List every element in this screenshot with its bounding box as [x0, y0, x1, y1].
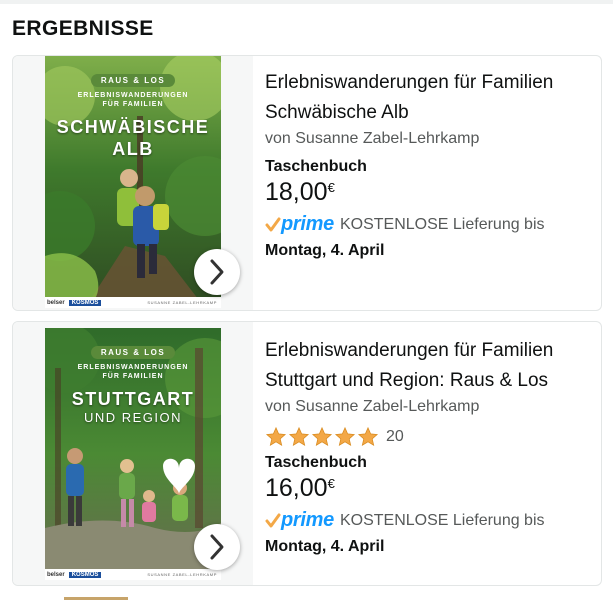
next-image-button[interactable]	[194, 249, 240, 295]
cover-author: SUSANNE ZABEL-LEHRKAMP	[147, 572, 217, 577]
product-title-line-2[interactable]: Stuttgart und Region: Raus & Los	[265, 366, 597, 396]
cover-author: SUSANNE ZABEL-LEHRKAMP	[147, 300, 217, 305]
product-image-panel[interactable]: RAUS & LOS ERLEBNISWANDERUNGEN FÜR FAMIL…	[13, 56, 253, 310]
cover-subtitle-1: ERLEBNISWANDERUNGEN	[77, 92, 189, 99]
cover-footer: belser KOSMOS SUSANNE ZABEL-LEHRKAMP	[45, 569, 221, 580]
cover-header: RAUS & LOS ERLEBNISWANDERUNGEN FÜR FAMIL…	[45, 70, 221, 109]
product-format: Taschenbuch	[265, 158, 367, 175]
result-card[interactable]: RAUS & LOS ERLEBNISWANDERUNGEN FÜR FAMIL…	[12, 55, 602, 311]
product-image-panel[interactable]: RAUS & LOS ERLEBNISWANDERUNGEN FÜR FAMIL…	[13, 322, 253, 585]
star-icon	[288, 426, 310, 447]
star-icon	[311, 426, 333, 447]
price-value: 18,00	[265, 178, 328, 206]
prime-label: prime	[281, 213, 334, 235]
prime-check-icon	[265, 513, 281, 527]
cover-series-badge: RAUS & LOS	[90, 74, 176, 87]
rating[interactable]: 20	[265, 426, 597, 448]
chevron-right-icon	[210, 534, 224, 560]
cover-subtitle-1: ERLEBNISWANDERUNGEN	[77, 364, 189, 371]
product-info[interactable]: Erlebniswanderungen für Familien Schwäbi…	[265, 68, 597, 260]
product-format: Taschenbuch	[265, 454, 367, 471]
chevron-right-icon	[210, 259, 224, 285]
results-heading: ERGEBNISSE	[12, 17, 154, 40]
star-icon	[334, 426, 356, 447]
star-icon	[265, 426, 287, 447]
price-currency: €	[327, 476, 335, 491]
product-info[interactable]: Erlebniswanderungen für Familien Stuttga…	[265, 336, 597, 556]
product-title-line-1[interactable]: Erlebniswanderungen für Familien	[265, 68, 597, 98]
cover-footer: belser KOSMOS SUSANNE ZABEL-LEHRKAMP	[45, 297, 221, 308]
product-title-line-2[interactable]: Schwäbische Alb	[265, 98, 597, 128]
cover-series-badge: RAUS & LOS	[90, 346, 176, 359]
price-currency: €	[327, 180, 335, 195]
delivery-text: KOSTENLOSE Lieferung bis	[339, 215, 545, 233]
result-card[interactable]: RAUS & LOS ERLEBNISWANDERUNGEN FÜR FAMIL…	[12, 321, 602, 586]
prime-label: prime	[281, 509, 334, 531]
cover-title-line-2: ALB	[112, 139, 154, 159]
top-divider	[0, 0, 613, 4]
prime-check-icon	[265, 217, 281, 231]
cover-header: RAUS & LOS ERLEBNISWANDERUNGEN FÜR FAMIL…	[45, 342, 221, 381]
publisher-logo-kosmos: KOSMOS	[68, 571, 102, 578]
cover-title: STUTTGART UND REGION	[45, 388, 221, 425]
product-price: 18,00€	[265, 178, 597, 207]
cover-title-line-1: STUTTGART	[71, 389, 195, 409]
star-icon	[357, 426, 379, 447]
delivery-date: Montag, 4. April	[265, 242, 385, 259]
cover-subtitle-2: FÜR FAMILIEN	[102, 373, 164, 380]
product-price: 16,00€	[265, 474, 597, 503]
rating-count[interactable]: 20	[386, 428, 404, 446]
prime-delivery: prime KOSTENLOSE Lieferung bis	[265, 213, 597, 236]
product-author: von Susanne Zabel-Lehrkamp	[265, 398, 480, 415]
cover-subtitle-2: FÜR FAMILIEN	[102, 101, 164, 108]
prime-delivery: prime KOSTENLOSE Lieferung bis	[265, 509, 597, 532]
delivery-date: Montag, 4. April	[265, 538, 385, 555]
cover-title-line-2: UND REGION	[83, 410, 183, 425]
cover-title: SCHWÄBISCHE ALB	[45, 116, 221, 160]
product-author: von Susanne Zabel-Lehrkamp	[265, 130, 480, 147]
publisher-logo-belser: belser	[47, 571, 65, 578]
delivery-text: KOSTENLOSE Lieferung bis	[339, 511, 545, 529]
next-image-button[interactable]	[194, 524, 240, 570]
publisher-logo-belser: belser	[47, 299, 65, 306]
cover-title-line-1: SCHWÄBISCHE	[56, 117, 210, 137]
price-value: 16,00	[265, 474, 328, 502]
product-title-line-1[interactable]: Erlebniswanderungen für Familien	[265, 336, 597, 366]
publisher-logo-kosmos: KOSMOS	[68, 299, 102, 306]
